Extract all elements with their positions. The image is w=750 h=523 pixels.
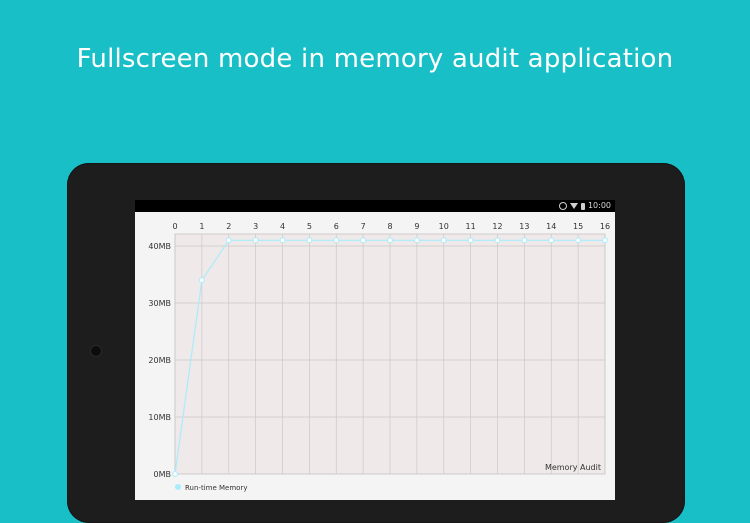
- data-point: [413, 237, 420, 244]
- battery-icon: [580, 202, 585, 210]
- x-tick-label: 10: [439, 222, 449, 231]
- data-point: [467, 237, 474, 244]
- x-tick-label: 13: [519, 222, 529, 231]
- front-camera: [91, 346, 101, 356]
- headline: Fullscreen mode in memory audit applicat…: [76, 44, 674, 74]
- x-tick-label: 8: [387, 222, 392, 231]
- x-tick-label: 0: [172, 222, 177, 231]
- x-tick-labels: 0 1 2 3 4 5 6 7 8 9 10 11 12 13 14 15 16: [172, 222, 610, 231]
- data-point: [225, 237, 232, 244]
- status-time: 10:00: [587, 201, 611, 210]
- y-tick-label: 0MB: [154, 470, 171, 479]
- x-tick-label: 3: [253, 222, 258, 231]
- x-tick-label: 4: [280, 222, 285, 231]
- legend-label: Run-time Memory: [185, 484, 247, 492]
- y-tick-label: 20MB: [148, 356, 171, 365]
- data-point: [440, 237, 447, 244]
- y-tick-label: 40MB: [148, 242, 171, 251]
- x-tick-label: 2: [226, 222, 231, 231]
- y-tick-labels: 0MB 10MB 20MB 30MB 40MB: [148, 242, 171, 479]
- data-point: [360, 237, 367, 244]
- data-point: [494, 237, 501, 244]
- data-point: [306, 237, 313, 244]
- data-point: [279, 237, 286, 244]
- x-tick-label: 15: [573, 222, 583, 231]
- x-tick-label: 11: [466, 222, 476, 231]
- x-tick-label: 16: [600, 222, 610, 231]
- legend-marker: [175, 484, 181, 490]
- data-point: [575, 237, 582, 244]
- x-tick-label: 14: [546, 222, 556, 231]
- y-tick-label: 10MB: [148, 413, 171, 422]
- data-point: [548, 237, 555, 244]
- data-point: [387, 237, 393, 244]
- status-bar: 10:00: [135, 200, 615, 212]
- x-tick-label: 6: [334, 222, 339, 231]
- alarm-icon: [558, 202, 567, 210]
- x-tick-label: 7: [361, 222, 366, 231]
- x-tick-label: 5: [307, 222, 312, 231]
- device-screen: 10:00 0 1 2 3 4 5 6 7 8 9 10 11 12 13 14 15 16 0MB 10MB 20…: [135, 200, 615, 500]
- x-tick-label: 9: [414, 222, 419, 231]
- data-point: [333, 237, 340, 244]
- data-point: [602, 237, 608, 244]
- legend: Run-time Memory: [175, 484, 247, 492]
- wifi-icon: [569, 203, 578, 209]
- status-icons: 10:00: [558, 200, 611, 212]
- data-point: [198, 277, 205, 284]
- y-tick-label: 30MB: [148, 299, 171, 308]
- data-point: [521, 237, 528, 244]
- x-tick-label: 1: [199, 222, 204, 231]
- x-tick-label: 12: [492, 222, 502, 231]
- data-point: [172, 471, 178, 477]
- chart-title: Memory Audit: [545, 463, 601, 472]
- memory-chart: 0 1 2 3 4 5 6 7 8 9 10 11 12 13 14 15 16 0MB10MB20MB30MB…: [148, 222, 610, 492]
- data-point: [252, 237, 259, 244]
